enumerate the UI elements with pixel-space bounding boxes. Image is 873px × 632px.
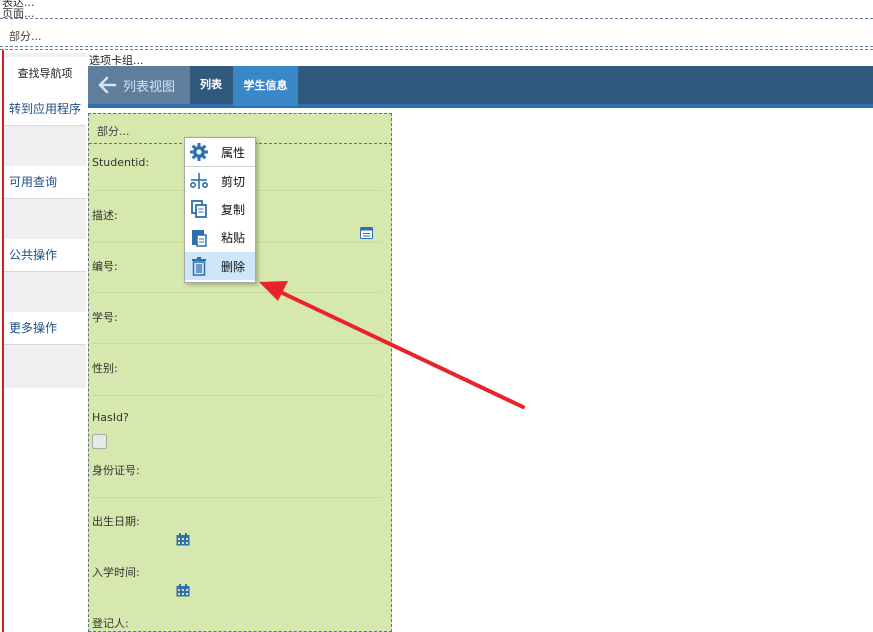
nav-item-more-actions[interactable]: 更多操作 — [4, 312, 86, 345]
nav-item-goto-app[interactable]: 转到应用程序 — [4, 93, 86, 126]
calendar-icon[interactable] — [176, 533, 190, 546]
tab-list[interactable]: 列表 — [190, 66, 232, 104]
trash-icon — [188, 256, 210, 276]
nav-item-queries[interactable]: 可用查询 — [4, 166, 86, 199]
menu-label: 复制 — [221, 202, 246, 217]
tab-student-info[interactable]: 学生信息 — [233, 66, 298, 106]
menu-item-copy[interactable]: 复制 — [185, 195, 255, 223]
field-label-id-card: 身份证号: — [92, 464, 140, 477]
dashed-divider — [0, 18, 873, 19]
field-underline — [92, 395, 382, 396]
hasid-checkbox[interactable] — [92, 434, 107, 449]
field-label-hasid: HasId? — [92, 411, 129, 424]
menu-label: 删除 — [221, 259, 246, 274]
menu-item-properties[interactable]: 属性 — [185, 138, 255, 166]
menu-label: 剪切 — [221, 174, 246, 189]
field-label-description: 描述: — [92, 209, 118, 222]
section-label[interactable]: 部分... — [9, 28, 42, 44]
menu-item-delete[interactable]: 删除 — [185, 252, 255, 280]
menu-item-paste[interactable]: 粘贴 — [185, 223, 255, 251]
field-label-birth-date: 出生日期: — [92, 515, 140, 528]
gear-icon — [188, 142, 210, 162]
field-underline — [92, 292, 382, 293]
header-accent-line — [88, 104, 873, 108]
menu-item-cut[interactable]: 剪切 — [185, 167, 255, 195]
scissors-icon — [188, 171, 210, 191]
field-underline — [92, 497, 382, 498]
textarea-expand-icon[interactable] — [360, 227, 373, 239]
back-to-list-button[interactable]: 列表视图 — [88, 66, 190, 104]
dashed-divider — [0, 49, 873, 50]
paste-icon — [188, 227, 210, 247]
field-label-enroll-date: 入学时间: — [92, 566, 140, 579]
field-label-number: 编号: — [92, 260, 118, 273]
find-nav-tab[interactable]: 查找导航项 — [4, 57, 86, 93]
copy-icon — [188, 199, 210, 219]
field-underline — [92, 343, 382, 344]
dashed-divider — [0, 46, 873, 47]
menu-label: 属性 — [221, 145, 246, 160]
left-nav-panel: 查找导航项 转到应用程序 可用查询 公共操作 更多操作 — [4, 53, 86, 388]
context-menu: 属性 剪切 复制 粘贴 删除 — [184, 137, 256, 283]
menu-label: 粘贴 — [221, 230, 246, 245]
calendar-icon[interactable] — [176, 584, 190, 597]
field-label-gender: 性别: — [92, 362, 118, 375]
field-label-studentid: Studentid: — [92, 156, 150, 169]
field-label-registrar: 登记人: — [92, 617, 129, 630]
form-section-label[interactable]: 部分... — [97, 123, 130, 139]
field-label-student-no: 学号: — [92, 311, 118, 324]
arrow-left-icon — [98, 76, 117, 94]
back-label: 列表视图 — [123, 79, 176, 95]
nav-item-common-actions[interactable]: 公共操作 — [4, 239, 86, 272]
